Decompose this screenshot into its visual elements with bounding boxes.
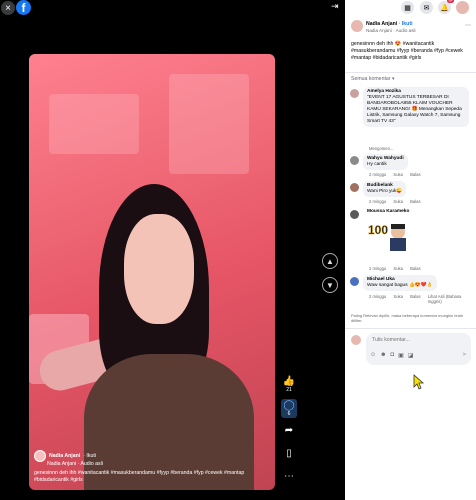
comment-item: Michael Uka Waw sangat bagus 👍😍❤️👌 2 min…: [350, 275, 474, 313]
previous-video-button[interactable]: ▲: [322, 253, 338, 269]
share-action[interactable]: ➦: [281, 425, 297, 436]
comment-text: Waw sangat bagus 👍😍❤️👌: [367, 283, 433, 288]
comment-item: Budibelank Wani Piro yuk😜 2 minggu Suka …: [350, 181, 474, 207]
comment-text: Hy cantik: [367, 162, 387, 167]
post-author-name[interactable]: Nadia Anjani: [366, 21, 397, 27]
comment-icon[interactable]: ◯: [281, 400, 297, 411]
comment-time: 2 minggu: [369, 294, 387, 299]
person-face: [124, 214, 194, 324]
comment-bubble: Amelya Hozika "EVENT 17 AGUSTUS TERBESAR…: [363, 87, 469, 127]
avatar[interactable]: [350, 183, 359, 192]
comment-action[interactable]: ◯ 6: [281, 399, 297, 418]
comment-sort-dropdown[interactable]: Semua komentar ▾: [351, 76, 395, 82]
comment-time: 2 minggu: [369, 172, 387, 177]
bookmark-action[interactable]: ▯: [281, 448, 297, 459]
send-icon[interactable]: ➤: [462, 351, 467, 358]
video-caption: genesinnn deh ihh #wanitacantik #masukbe…: [34, 470, 245, 483]
bookmark-icon[interactable]: ▯: [281, 448, 297, 459]
profile-avatar[interactable]: [456, 1, 469, 14]
comment-meta: 2 minggu Suka Balas: [369, 266, 427, 271]
composer-tools: ☺ ☻ ◘ ▣ ◪: [370, 352, 413, 359]
video-caption-block: Nadia Anjani · Ikuti Nadia Anjani · Audi…: [34, 450, 270, 484]
translate-link[interactable]: Lihat Asli (Bahasa Inggris): [428, 294, 462, 304]
post-follow-link[interactable]: · Ikuti: [399, 21, 413, 27]
comment-bubble: Budibelank Wani Piro yuk😜: [363, 181, 407, 197]
comments-panel: ▦ ✉ 🔔 9+ Nadia Anjani · Ikuti Nadia Anja…: [345, 0, 476, 500]
bell-icon[interactable]: 🔔 9+: [438, 0, 454, 14]
comment-bubble: Wahyu Wahyudi Hy cantik: [363, 154, 408, 170]
share-icon[interactable]: ➦: [281, 425, 297, 436]
comment-time: 2 minggu: [369, 199, 387, 204]
comment-item: Moussa Karameko 100 2 minggu Suka Balas: [350, 208, 474, 273]
comment-author[interactable]: Moussa Karameko: [367, 209, 409, 214]
avatar: [351, 335, 361, 345]
avatar[interactable]: [350, 210, 359, 219]
divider: [345, 72, 476, 73]
comment-meta: 2 minggu Suka Balas Lihat Asli (Bahasa I…: [369, 294, 468, 304]
post-caption: genesinnn deh ihh 😍 #wanitacantik #masuk…: [351, 41, 463, 61]
avatar[interactable]: [351, 20, 363, 32]
collapse-icon[interactable]: ⇥: [331, 1, 341, 11]
more-action[interactable]: ⋯: [281, 471, 297, 482]
comment-reply-link[interactable]: Balas: [410, 199, 420, 204]
notification-badge: 9+: [447, 0, 454, 3]
comment-text: Wani Piro yuk😜: [367, 189, 403, 194]
menu-icon[interactable]: ▦: [401, 1, 414, 14]
video-follow-link[interactable]: · Ikuti: [83, 453, 96, 460]
emoji-icon[interactable]: ☻: [380, 352, 386, 359]
comment-count: 6: [287, 411, 291, 417]
comment-text: "EVENT 17 AGUSTUS TERBESAR DI BANDAROBOL…: [367, 95, 462, 124]
comment-meta: 2 minggu Suka Balas: [369, 172, 427, 177]
reel-video[interactable]: Nadia Anjani · Ikuti Nadia Anjani · Audi…: [29, 54, 275, 490]
comment-like-link[interactable]: Suka: [393, 294, 403, 299]
comment-like-link[interactable]: Suka: [393, 172, 403, 177]
gif-icon[interactable]: ▣: [398, 352, 404, 359]
sticker-image: 100: [368, 223, 406, 251]
comment-box[interactable]: ☺ ☻ ◘ ▣ ◪ ➤: [366, 333, 471, 365]
more-icon[interactable]: ⋯: [281, 471, 297, 482]
close-icon[interactable]: ×: [1, 1, 15, 15]
comment-composer: ☺ ☻ ◘ ▣ ◪ ➤: [345, 328, 476, 369]
avatar[interactable]: [350, 277, 359, 286]
mouse-cursor-icon: [413, 374, 425, 390]
comment-item: Wahyu Wahyudi Hy cantik 2 minggu Suka Ba…: [350, 154, 474, 180]
facebook-logo[interactable]: f: [16, 0, 31, 15]
like-count: 21: [286, 387, 292, 393]
next-video-button[interactable]: ▼: [322, 277, 338, 293]
comment-meta: 2 minggu Suka Balas: [369, 199, 427, 204]
comment-like-link[interactable]: Suka: [393, 199, 403, 204]
top-bar: ▦ ✉ 🔔 9+: [345, 0, 476, 16]
comment-meta: Mengomen...: [369, 146, 399, 151]
sticker-icon[interactable]: ◪: [408, 352, 414, 359]
svg-text:100: 100: [368, 223, 388, 237]
video-panel: × f ⇥ Nadia Anjani · Ikuti Nadia Anjani …: [0, 0, 345, 500]
avatar[interactable]: [34, 450, 46, 462]
comment-time: Mengomen...: [369, 146, 394, 151]
comment-reply-link[interactable]: Balas: [410, 172, 420, 177]
avatar[interactable]: [350, 156, 359, 165]
comment-reply-link[interactable]: Balas: [410, 266, 420, 271]
camera-icon[interactable]: ◘: [390, 352, 394, 359]
comment-item: Amelya Hozika "EVENT 17 AGUSTUS TERBESAR…: [350, 87, 474, 151]
video-author-name[interactable]: Nadia Anjani: [49, 453, 80, 460]
like-icon[interactable]: 👍: [281, 376, 297, 387]
post-subline: Nadia Anjani · Audio asli: [366, 28, 416, 33]
like-action[interactable]: 👍 21: [281, 376, 297, 393]
more-icon[interactable]: ⋯: [465, 22, 471, 29]
avatar[interactable]: [350, 89, 359, 98]
comment-time: 2 minggu: [369, 266, 387, 271]
comment-like-link[interactable]: Suka: [393, 266, 403, 271]
messenger-icon[interactable]: ✉: [420, 1, 433, 14]
video-author-subline: Nadia Anjani · Audio asli: [47, 461, 103, 467]
comment-reply-link[interactable]: Balas: [410, 294, 420, 299]
comment-bubble: Michael Uka Waw sangat bagus 👍😍❤️👌: [363, 275, 437, 291]
comment-input[interactable]: [370, 336, 469, 344]
post-author-row: Nadia Anjani · Ikuti: [366, 21, 413, 27]
avatar-sticker-icon[interactable]: ☺: [370, 352, 376, 359]
filter-note: Paling Relevan dipilih, maka beberapa ko…: [351, 313, 464, 323]
